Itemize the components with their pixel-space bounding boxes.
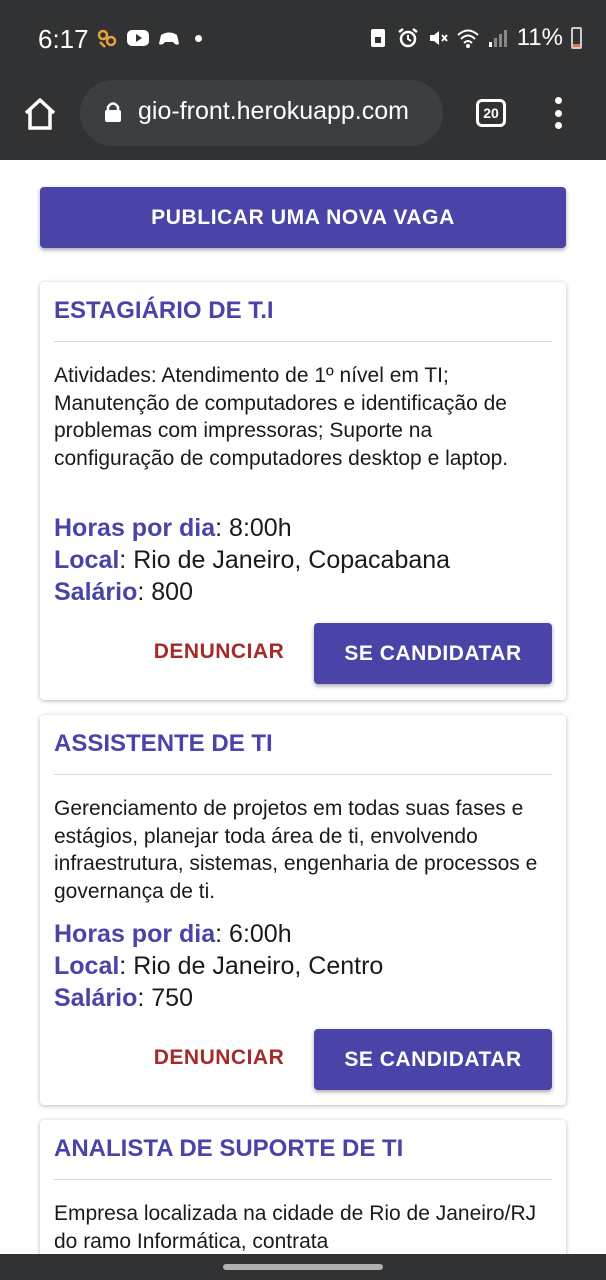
- report-button[interactable]: DENUNCIAR: [145, 1028, 293, 1088]
- location-label: Local: [54, 952, 120, 980]
- save-icon: [370, 29, 385, 47]
- salary-value: : 800: [137, 578, 193, 606]
- job-location: Local: Rio de Janeiro, Copacabana: [54, 546, 450, 575]
- home-icon[interactable]: [22, 96, 58, 132]
- job-card: ESTAGIÁRIO DE T.I Atividades: Atendiment…: [40, 282, 566, 700]
- job-title: ESTAGIÁRIO DE T.I: [54, 297, 274, 324]
- publish-job-button[interactable]: PUBLICAR UMA NOVA VAGA: [40, 187, 566, 248]
- hours-label: Horas por dia: [54, 920, 216, 948]
- job-location: Local: Rio de Janeiro, Centro: [54, 952, 383, 981]
- apply-button[interactable]: SE CANDIDATAR: [314, 623, 552, 684]
- job-hours: Horas por dia: 8:00h: [54, 514, 292, 543]
- report-button[interactable]: DENUNCIAR: [145, 622, 293, 682]
- browser-menu-button[interactable]: [553, 97, 563, 129]
- hours-value: : 8:00h: [215, 514, 292, 542]
- job-card: ASSISTENTE DE TI Gerenciamento de projet…: [40, 715, 566, 1105]
- job-title: ASSISTENTE DE TI: [54, 730, 273, 757]
- menu-dot-icon: [554, 109, 562, 117]
- salary-label: Salário: [54, 984, 138, 1012]
- job-salary: Salário: 750: [54, 984, 193, 1013]
- lock-icon: [105, 102, 121, 122]
- menu-dot-icon: [554, 97, 562, 104]
- location-value: : Rio de Janeiro, Copacabana: [119, 546, 451, 574]
- battery-icon: [571, 27, 582, 49]
- job-description: Empresa localizada na cidade de Rio de J…: [54, 1202, 537, 1253]
- status-right-icons: 11%: [367, 24, 582, 52]
- tab-switcher-button[interactable]: 20: [476, 99, 506, 127]
- job-title: ANALISTA DE SUPORTE DE TI: [54, 1135, 404, 1162]
- youtube-icon: [127, 30, 149, 46]
- status-dot: [195, 34, 202, 42]
- salary-value: : 750: [137, 984, 193, 1012]
- mute-icon: [429, 31, 448, 45]
- status-left-icons: [96, 27, 202, 49]
- menu-dot-icon: [554, 122, 562, 129]
- alarm-icon: [397, 28, 418, 48]
- page-content: PUBLICAR UMA NOVA VAGA ESTAGIÁRIO DE T.I…: [0, 160, 606, 1254]
- status-time: 6:17: [38, 24, 89, 54]
- address-bar[interactable]: gio-front.herokuapp.com: [80, 80, 443, 146]
- hours-value: : 6:00h: [215, 920, 292, 948]
- status-bar: 6:17 11%: [0, 0, 606, 80]
- wifi-icon: [457, 29, 479, 48]
- battery-percent: 11%: [516, 24, 563, 51]
- location-value: : Rio de Janeiro, Centro: [119, 952, 384, 980]
- signal-icon: [488, 30, 507, 47]
- apply-button[interactable]: SE CANDIDATAR: [314, 1029, 552, 1090]
- game-controller-icon: [159, 32, 179, 45]
- gesture-handle[interactable]: [223, 1264, 383, 1270]
- salary-label: Salário: [54, 578, 138, 606]
- divider: [54, 1179, 552, 1180]
- job-card: ANALISTA DE SUPORTE DE TI Empresa locali…: [40, 1120, 566, 1254]
- browser-toolbar: gio-front.herokuapp.com 20: [0, 80, 606, 160]
- job-salary: Salário: 800: [54, 578, 193, 607]
- url-text[interactable]: gio-front.herokuapp.com: [138, 97, 438, 126]
- job-hours: Horas por dia: 6:00h: [54, 920, 292, 949]
- job-description: Gerenciamento de projetos em todas suas …: [54, 797, 538, 903]
- navigation-bar: [0, 1254, 606, 1280]
- location-label: Local: [54, 546, 120, 574]
- divider: [54, 341, 552, 342]
- notification-app-icon: [97, 29, 117, 48]
- divider: [54, 774, 552, 775]
- hours-label: Horas por dia: [54, 514, 216, 542]
- job-description: Atividades: Atendimento de 1º nível em T…: [54, 364, 509, 470]
